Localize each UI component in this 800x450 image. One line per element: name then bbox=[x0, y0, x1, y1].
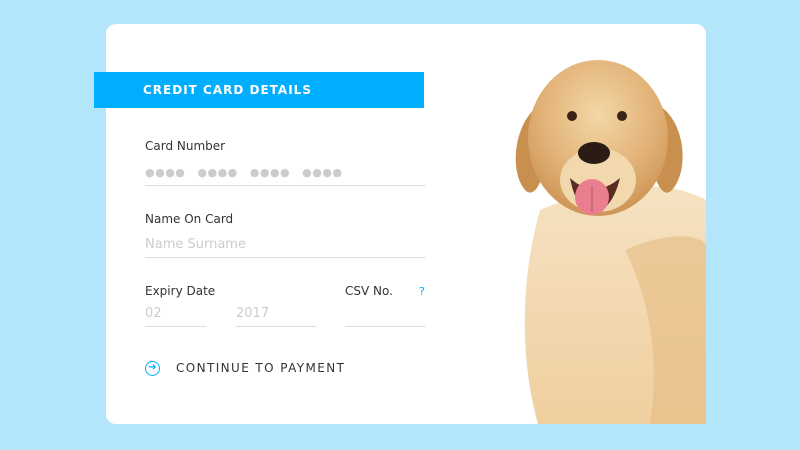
page-title: CREDIT CARD DETAILS bbox=[143, 83, 312, 97]
expiry-date-label: Expiry Date bbox=[145, 284, 216, 298]
card-number-input[interactable] bbox=[145, 164, 426, 186]
csv-input[interactable] bbox=[345, 305, 426, 327]
expiry-year-input[interactable] bbox=[236, 305, 316, 327]
golden-retriever-image bbox=[515, 60, 706, 424]
header-ribbon: CREDIT CARD DETAILS bbox=[94, 72, 424, 108]
continue-to-payment-button[interactable]: ➜ CONTINUE TO PAYMENT bbox=[145, 358, 345, 378]
csv-help-icon[interactable]: ? bbox=[419, 285, 425, 298]
csv-label: CSV No. bbox=[345, 284, 393, 298]
name-on-card-label: Name On Card bbox=[145, 212, 234, 226]
name-on-card-input[interactable] bbox=[145, 236, 426, 258]
continue-label: CONTINUE TO PAYMENT bbox=[176, 361, 346, 375]
arrow-circle-right-icon: ➜ bbox=[145, 360, 160, 376]
card-number-label: Card Number bbox=[145, 139, 226, 153]
expiry-month-input[interactable] bbox=[145, 305, 206, 327]
